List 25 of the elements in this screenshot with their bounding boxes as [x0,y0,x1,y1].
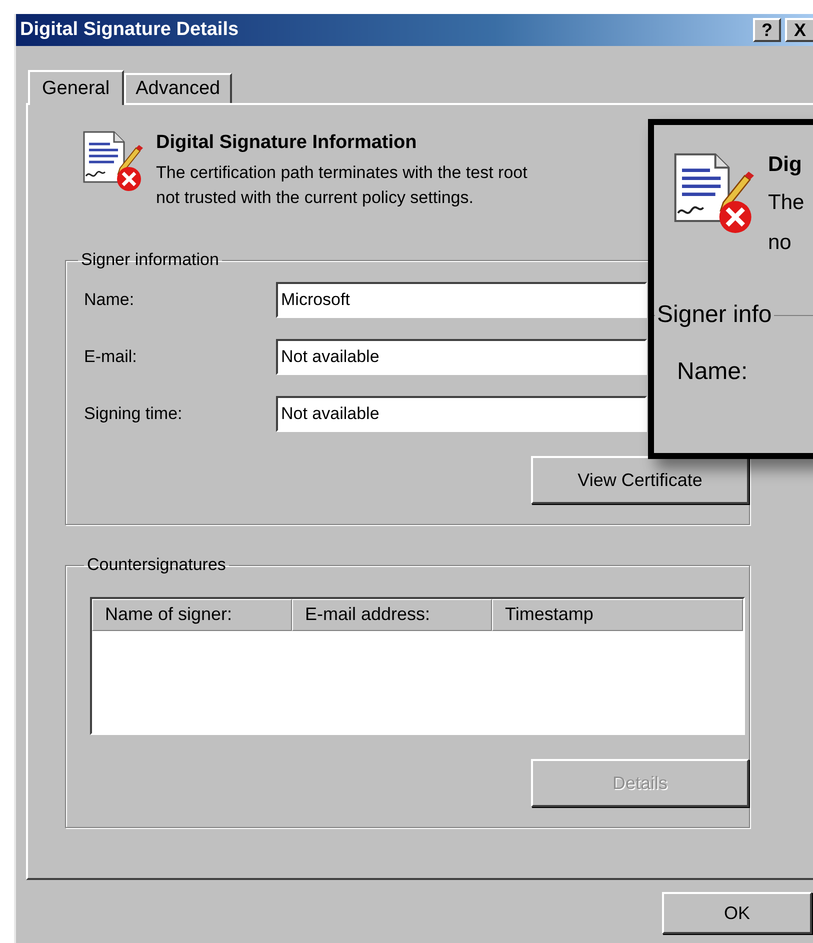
ok-button[interactable]: OK [662,892,812,934]
info-text: The certification path terminates with the test root not trusted with the current policy settings. [156,162,528,209]
info-heading: Digital Signature Information [156,132,418,154]
field-label: Name: [677,358,748,386]
column-header[interactable]: Timestamp [492,599,743,631]
group-title: Signer information [80,250,220,270]
text-field[interactable]: Microsoft [276,282,647,318]
inset-text: no [768,230,792,256]
text-field[interactable]: Not available [276,396,647,432]
text-field[interactable]: Not available [276,339,647,375]
field-label: E-mail: [84,347,138,367]
help-button[interactable]: ? [753,18,781,42]
inset-text: The [768,190,804,216]
tab[interactable]: Advanced [124,73,232,103]
view-certificate-button[interactable]: View Certificate [531,456,749,504]
column-header[interactable]: Name of signer: [92,599,292,631]
signer-list[interactable]: Name of signer: E-mail address: Timestamp [90,597,745,735]
field-label: Name: [84,290,136,310]
close-button[interactable]: X [785,18,813,42]
group-title: Countersignatures [86,555,227,575]
inset-heading: Dig [768,153,803,177]
column-header[interactable]: E-mail address: [292,599,492,631]
tab[interactable]: General [28,70,124,105]
window-title: Digital Signature Details [20,19,239,41]
field-label: Signing time: [84,404,184,424]
